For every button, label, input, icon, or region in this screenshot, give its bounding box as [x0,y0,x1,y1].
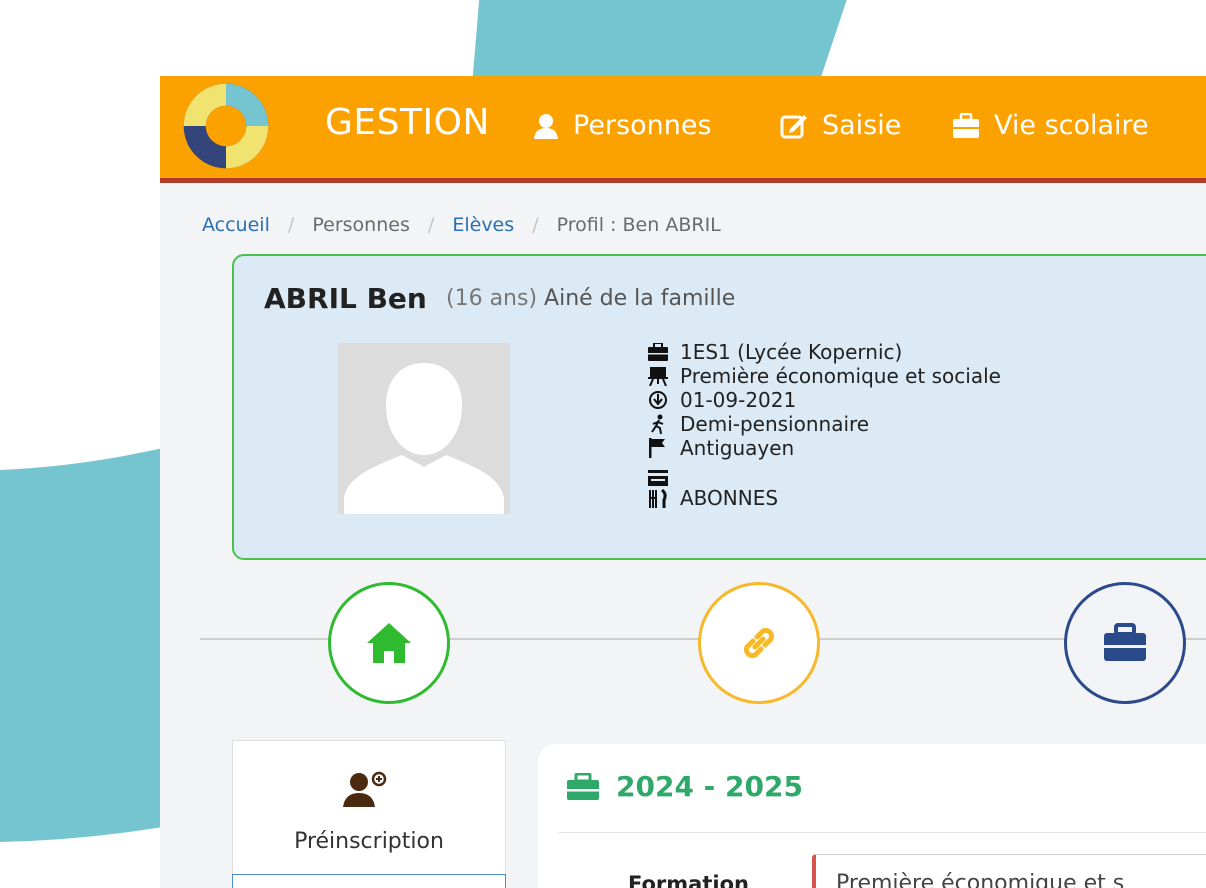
formation-field[interactable]: Première économique et s [812,854,1206,888]
step-briefcase-button[interactable] [1064,582,1186,704]
student-name: ABRIL Ben [264,282,427,315]
briefcase-icon [567,772,599,800]
school-year-panel: 2024 - 2025 Formation Première économiqu… [538,744,1206,888]
user-icon [534,113,558,139]
avatar [338,343,510,514]
student-details: (16 ans) Ainé de la famille [446,286,735,311]
panel-divider [558,832,1206,833]
breadcrumb: Accueil / Personnes / Elèves / Profil : … [202,214,721,236]
breadcrumb-profil: Profil : Ben ABRIL [556,214,721,236]
info-nationality-text: Antiguayen [680,436,795,460]
info-regime: Demi-pensionnaire [648,412,1001,436]
easel-icon [648,367,668,386]
decorative-blob-left [0,444,180,842]
step-home-button[interactable] [328,582,450,704]
breadcrumb-personnes: Personnes [312,214,410,236]
nav-vie-scolaire[interactable]: Vie scolaire [952,110,1149,141]
nav-personnes[interactable]: Personnes [533,110,712,141]
breadcrumb-separator: / [532,214,539,236]
formation-label: Formation [628,872,749,888]
briefcase-icon [648,343,668,361]
breadcrumb-separator: / [287,214,295,236]
edit-icon [780,114,807,138]
link-icon [743,627,775,659]
info-class-text: 1ES1 (Lycée Kopernic) [680,340,903,364]
info-nationality: Antiguayen [648,436,1001,460]
top-navbar: GESTION Personnes Saisie Vie scolaire [160,76,1206,183]
walking-icon [651,414,664,434]
info-formation-text: Première économique et sociale [680,364,1001,388]
student-family-rank: Ainé de la famille [544,286,736,311]
profile-card: ABRIL Ben (16 ans) Ainé de la famille 1E… [232,254,1206,560]
briefcase-icon [1104,623,1146,661]
info-date-text: 01-09-2021 [680,388,797,412]
formation-field-value: Première économique et s [836,871,1125,888]
nav-saisie[interactable]: Saisie [780,110,901,141]
student-age: (16 ans) [446,286,538,311]
student-info-list: 1ES1 (Lycée Kopernic) Première économiqu… [648,340,1001,514]
canteen-icon [648,470,668,508]
nav-vie-scolaire-label: Vie scolaire [994,110,1149,141]
breadcrumb-accueil[interactable]: Accueil [202,214,270,236]
school-year-heading: 2024 - 2025 [566,770,803,803]
breadcrumb-eleves[interactable]: Elèves [452,214,514,236]
avatar-placeholder-icon [338,343,510,514]
info-canteen: ABONNES [648,460,1001,514]
app-logo[interactable] [180,80,272,172]
info-class: 1ES1 (Lycée Kopernic) [648,340,1001,364]
brand-title[interactable]: GESTION [325,102,490,143]
flag-icon [649,438,665,458]
home-icon [367,623,411,663]
app-window: GESTION Personnes Saisie Vie scolaire Ac… [160,76,1206,888]
preinscription-label: Préinscription [294,829,444,854]
info-formation: Première économique et sociale [648,364,1001,388]
user-plus-icon [343,771,387,807]
preinscription-panel[interactable]: Préinscription [232,740,506,888]
briefcase-icon [953,112,979,138]
breadcrumb-separator: / [427,214,435,236]
nav-saisie-label: Saisie [822,110,902,141]
side-panel-next-item[interactable] [232,874,506,888]
nav-personnes-label: Personnes [573,110,712,141]
info-date: 01-09-2021 [648,388,1001,412]
school-year-text: 2024 - 2025 [616,770,803,803]
info-canteen-text: ABONNES [680,486,779,510]
arrow-circle-down-icon [649,391,667,409]
step-link-button[interactable] [698,582,820,704]
info-regime-text: Demi-pensionnaire [680,412,870,436]
